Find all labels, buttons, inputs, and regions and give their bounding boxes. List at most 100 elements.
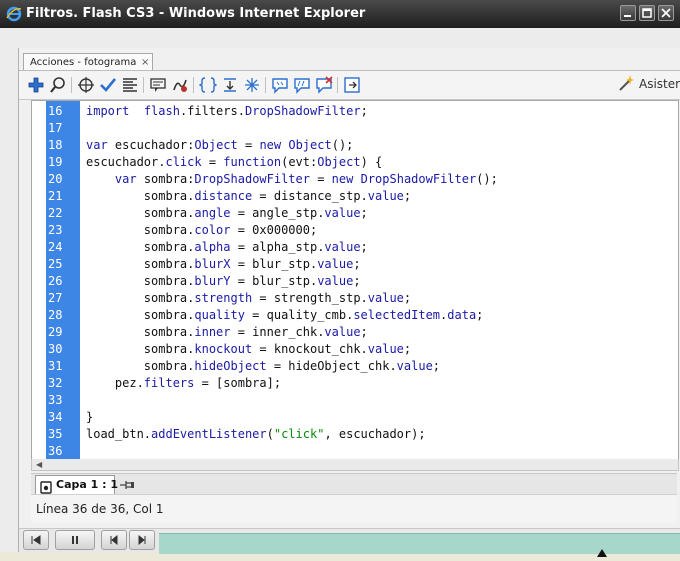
code-token: sombra. bbox=[86, 359, 195, 373]
code-line[interactable]: 29 sombra.inner = inner_chk.value; bbox=[48, 324, 678, 341]
line-number: 18 bbox=[48, 138, 63, 152]
code-text: sombra.inner = inner_chk.value; bbox=[86, 324, 368, 341]
collapse-selection-icon[interactable] bbox=[221, 76, 239, 94]
code-line[interactable]: 32 pez.filters = [sombra]; bbox=[48, 375, 678, 392]
code-token: sombra. bbox=[86, 189, 195, 203]
expand-all-icon[interactable] bbox=[243, 76, 261, 94]
code-token: data bbox=[447, 308, 477, 322]
code-text: sombra.strength = strength_stp.value; bbox=[86, 290, 411, 307]
code-line[interactable]: 35 load_btn.addEventListener("click", esc… bbox=[48, 426, 678, 443]
line-number: 24 bbox=[48, 240, 63, 254]
code-hint-icon[interactable] bbox=[149, 76, 167, 94]
code-text: load_btn.addEventListener("click", escuc… bbox=[86, 426, 426, 443]
code-token: load_btn. bbox=[86, 427, 152, 441]
status-bar: Línea 36 de 36, Col 1 bbox=[31, 494, 677, 523]
code-token: ; bbox=[360, 206, 368, 220]
code-token: = quality_cmb. bbox=[244, 308, 354, 322]
code-token: new bbox=[331, 172, 354, 186]
script-assist-wand-icon[interactable] bbox=[617, 74, 635, 96]
line-number: 33 bbox=[48, 393, 63, 407]
actions-toolbar: Asister bbox=[19, 70, 680, 100]
remove-comment-icon[interactable] bbox=[315, 76, 333, 94]
code-line[interactable]: 36 bbox=[48, 443, 678, 459]
code-token: value bbox=[367, 342, 404, 356]
add-statement-icon[interactable] bbox=[27, 76, 45, 94]
code-line[interactable]: 18 var escuchador:Object = new Object(); bbox=[48, 137, 678, 154]
line-number: 30 bbox=[48, 342, 63, 356]
pause-button[interactable] bbox=[55, 530, 95, 550]
auto-format-icon[interactable] bbox=[121, 76, 139, 94]
apply-block-comment-icon[interactable] bbox=[271, 76, 289, 94]
code-line[interactable]: 33 bbox=[48, 392, 678, 409]
code-line[interactable]: 21 sombra.distance = distance_stp.value; bbox=[48, 188, 678, 205]
code-token: .filters. bbox=[179, 104, 245, 118]
code-token: import bbox=[86, 104, 130, 118]
code-token: angle bbox=[194, 206, 231, 220]
code-text: } bbox=[86, 409, 93, 426]
code-token: ; bbox=[353, 257, 361, 271]
code-text: import flash.filters.DropShadowFilter; bbox=[86, 103, 368, 120]
code-line[interactable]: 24 sombra.alpha = alpha_stp.value; bbox=[48, 239, 678, 256]
code-token: blurY bbox=[194, 274, 231, 288]
scroll-left-arrow-icon[interactable]: ◀ bbox=[36, 460, 42, 469]
code-token: ; bbox=[403, 189, 412, 203]
maximize-button[interactable] bbox=[639, 5, 655, 21]
code-line[interactable]: 16 import flash.filters.DropShadowFilter; bbox=[48, 103, 678, 120]
code-line[interactable]: 26 sombra.blurY = blur_stp.value; bbox=[48, 273, 678, 290]
script-assist-label[interactable]: Asister bbox=[639, 77, 680, 91]
code-line[interactable]: 28 sombra.quality = quality_cmb.selected… bbox=[48, 307, 678, 324]
layer-label: Capa 1 : 1 bbox=[56, 478, 118, 491]
layer-tab[interactable]: Capa 1 : 1 bbox=[35, 475, 118, 494]
debug-options-icon[interactable] bbox=[171, 76, 189, 94]
code-token: knockout bbox=[194, 342, 253, 356]
code-area[interactable]: 16 import flash.filters.DropShadowFilter;… bbox=[48, 101, 678, 459]
playback-progress-bar[interactable] bbox=[159, 533, 680, 557]
code-line[interactable]: 20 var sombra:DropShadowFilter = new Dro… bbox=[48, 171, 678, 188]
code-token: ; bbox=[360, 325, 368, 339]
collapse-braces-icon[interactable] bbox=[199, 76, 217, 94]
code-token: = knockout_chk. bbox=[252, 342, 368, 356]
code-token: = [sombra]; bbox=[194, 376, 282, 390]
rewind-button[interactable] bbox=[23, 530, 49, 550]
find-icon[interactable] bbox=[49, 76, 67, 94]
code-token: = bbox=[237, 138, 260, 152]
code-text: sombra.alpha = alpha_stp.value; bbox=[86, 239, 368, 256]
line-number: 32 bbox=[48, 376, 63, 390]
code-line[interactable]: 25 sombra.blurX = blur_stp.value; bbox=[48, 256, 678, 273]
code-line[interactable]: 27 sombra.strength = strength_stp.value; bbox=[48, 290, 678, 307]
code-line[interactable]: 19 escuchador.click = function(evt:Object… bbox=[48, 154, 678, 171]
apply-line-comment-icon[interactable] bbox=[293, 76, 311, 94]
code-text: sombra.blurX = blur_stp.value; bbox=[86, 256, 361, 273]
code-token: ; bbox=[403, 342, 412, 356]
target-path-icon[interactable] bbox=[77, 76, 95, 94]
close-button[interactable] bbox=[658, 5, 674, 21]
code-token: flash bbox=[143, 104, 180, 118]
tab-close-icon[interactable]: × bbox=[141, 54, 149, 71]
code-line[interactable]: 17 bbox=[48, 120, 678, 137]
code-token: = blur_stp. bbox=[230, 274, 318, 288]
code-token: addEventListener bbox=[151, 427, 267, 441]
code-line[interactable]: 23 sombra.color = 0x000000; bbox=[48, 222, 678, 239]
code-token: value bbox=[396, 359, 433, 373]
line-number: 29 bbox=[48, 325, 63, 339]
code-editor[interactable]: 16 import flash.filters.DropShadowFilter;… bbox=[31, 100, 679, 460]
code-token: DropShadowFilter bbox=[360, 172, 477, 186]
code-line[interactable]: 22 sombra.angle = angle_stp.value; bbox=[48, 205, 678, 222]
check-syntax-icon[interactable] bbox=[99, 76, 117, 94]
code-token: ; bbox=[360, 104, 368, 118]
previous-frame-button[interactable] bbox=[101, 530, 127, 550]
line-number: 31 bbox=[48, 359, 63, 373]
line-number: 27 bbox=[48, 291, 63, 305]
code-token: var bbox=[86, 138, 108, 152]
next-frame-button[interactable] bbox=[129, 530, 155, 550]
minimize-button[interactable] bbox=[620, 5, 636, 21]
tab-acciones-fotograma[interactable]: Acciones - fotograma × bbox=[23, 53, 154, 71]
horizontal-scrollbar[interactable]: ◀ bbox=[31, 459, 679, 471]
code-line[interactable]: 30 sombra.knockout = knockout_chk.value; bbox=[48, 341, 678, 358]
flash-actions-panel: Acciones - fotograma × Asister 16 import… bbox=[18, 48, 680, 557]
code-line[interactable]: 31 sombra.hideObject = hideObject_chk.va… bbox=[48, 358, 678, 375]
line-number: 26 bbox=[48, 274, 63, 288]
show-hide-toolbox-icon[interactable] bbox=[343, 76, 361, 94]
code-line[interactable]: 34} bbox=[48, 409, 678, 426]
